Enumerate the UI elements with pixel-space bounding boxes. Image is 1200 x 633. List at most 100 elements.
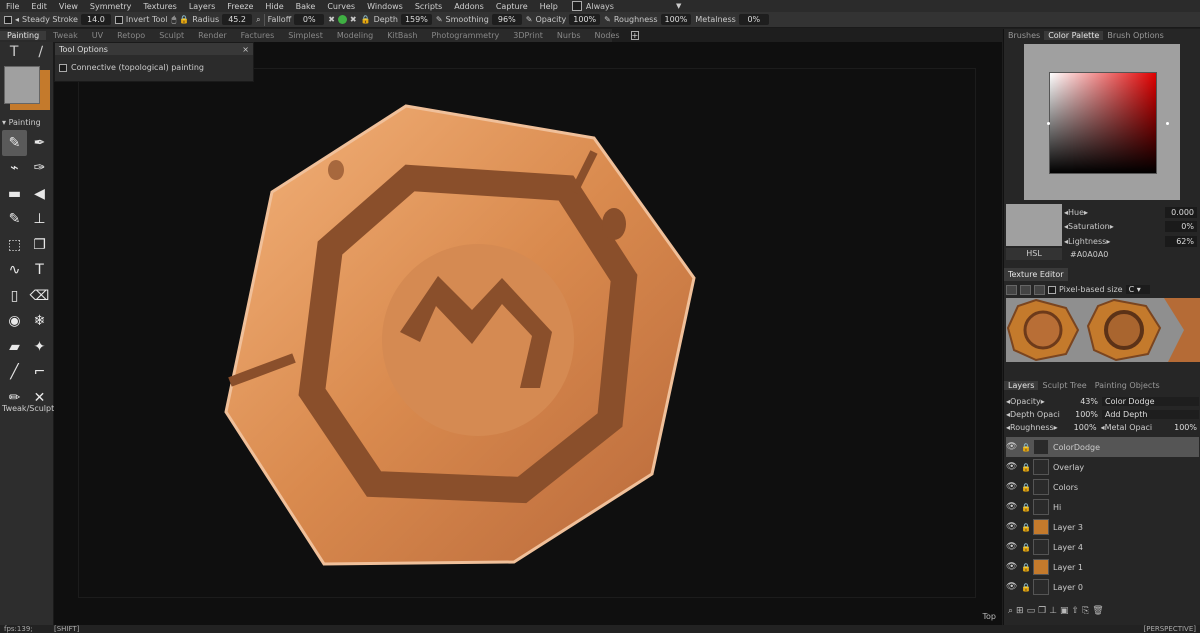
- tab-nurbs[interactable]: Nurbs: [550, 31, 588, 40]
- color-picker[interactable]: [1024, 44, 1180, 200]
- menu-capture[interactable]: Capture: [490, 2, 534, 11]
- copy-tool-icon[interactable]: ❐: [27, 232, 52, 258]
- bucket-tool-icon[interactable]: ▰: [2, 334, 27, 360]
- add-room-button[interactable]: +: [630, 31, 640, 40]
- add-layer-icon[interactable]: ⊞: [1016, 606, 1024, 616]
- save-texture-icon[interactable]: [1006, 284, 1017, 295]
- menu-textures[interactable]: Textures: [137, 2, 182, 11]
- close-icon[interactable]: ×: [242, 45, 249, 54]
- always-checkbox[interactable]: [571, 1, 582, 11]
- projection-mode[interactable]: [PERSPECTIVE]: [1144, 625, 1197, 633]
- eye-icon[interactable]: 👁: [1006, 502, 1017, 512]
- saturation-value-area[interactable]: [1049, 72, 1157, 174]
- steady-stroke-value[interactable]: 14.0: [80, 14, 111, 25]
- tab-sculpt[interactable]: Sculpt: [152, 31, 191, 40]
- 3d-viewport[interactable]: Top: [54, 42, 1002, 625]
- menu-addons[interactable]: Addons: [448, 2, 490, 11]
- lock-icon[interactable]: 🔒: [1021, 483, 1031, 492]
- texture-editor-tab[interactable]: Texture Editor: [1004, 268, 1068, 281]
- layer-item[interactable]: 👁 🔒 ColorDodge: [1006, 437, 1199, 457]
- opacity-control[interactable]: ✎ Opacity 100%: [526, 14, 601, 25]
- camera-icon[interactable]: [1020, 284, 1031, 295]
- steady-stroke-control[interactable]: ◂ Steady Stroke 14.0: [4, 14, 111, 25]
- gradient-tool-icon[interactable]: ◀: [27, 181, 52, 207]
- tab-kitbash[interactable]: KitBash: [380, 31, 424, 40]
- merge-icon[interactable]: ⊥: [1049, 606, 1057, 616]
- tab-sculpt-tree[interactable]: Sculpt Tree: [1038, 381, 1090, 390]
- metalness-control[interactable]: Metalness 0%: [695, 14, 769, 25]
- tab-brushes[interactable]: Brushes: [1004, 31, 1044, 40]
- lock-icon[interactable]: 🔒: [1021, 543, 1031, 552]
- eye-icon[interactable]: 👁: [1006, 562, 1017, 572]
- eye-icon[interactable]: 👁: [1006, 582, 1017, 592]
- eye-icon[interactable]: 👁: [1006, 462, 1017, 472]
- brush-tool-icon[interactable]: ✎: [2, 130, 27, 156]
- spray-tool-icon[interactable]: ⌐: [27, 360, 52, 386]
- lightness-value[interactable]: 62%: [1165, 235, 1197, 247]
- falloff-control[interactable]: ⌕ Falloff 0%: [256, 13, 325, 26]
- menu-hide[interactable]: Hide: [259, 2, 289, 11]
- tab-simplest[interactable]: Simplest: [281, 31, 330, 40]
- menu-layers[interactable]: Layers: [183, 2, 221, 11]
- layer-item[interactable]: 👁 🔒 Layer 0: [1006, 577, 1199, 597]
- tab-painting-objects[interactable]: Painting Objects: [1091, 381, 1164, 390]
- tab-painting[interactable]: Painting: [0, 31, 47, 40]
- smoothing-value[interactable]: 96%: [491, 14, 522, 25]
- layer-item[interactable]: 👁 🔒 Overlay: [1006, 457, 1199, 477]
- fill-layer-icon[interactable]: ▬: [2, 181, 27, 207]
- page-tool-icon[interactable]: ▯: [2, 283, 27, 309]
- layer-opacity-value[interactable]: 43%: [1068, 397, 1100, 406]
- delete-icon[interactable]: 🗑: [1092, 606, 1103, 616]
- texture-preview[interactable]: [1006, 298, 1200, 362]
- tab-nodes[interactable]: Nodes: [588, 31, 627, 40]
- depth-opacity-row[interactable]: ◂Depth Opaci 100% Add Depth: [1006, 408, 1199, 421]
- copy-icon[interactable]: ⎘: [1082, 606, 1089, 616]
- metalness-value[interactable]: 0%: [738, 14, 769, 25]
- eye-icon[interactable]: 👁: [1006, 482, 1017, 492]
- radius-value[interactable]: 45.2: [222, 14, 253, 25]
- eraser-tool-icon[interactable]: ⌫: [27, 283, 52, 309]
- smoothing-control[interactable]: ✎ Smoothing 96%: [436, 14, 522, 25]
- lock-icon[interactable]: 🔒: [1021, 523, 1031, 532]
- tab-retopo[interactable]: Retopo: [110, 31, 152, 40]
- hsl-mode-button[interactable]: HSL: [1006, 248, 1062, 260]
- layer-opacity-row[interactable]: ◂Opacity▸ 43% Color Dodge: [1006, 395, 1199, 408]
- channel-dropdown[interactable]: C ▾: [1125, 285, 1150, 294]
- tab-modeling[interactable]: Modeling: [330, 31, 380, 40]
- menu-freeze[interactable]: Freeze: [221, 2, 259, 11]
- hue-value[interactable]: 0.000: [1165, 206, 1197, 218]
- hue-row[interactable]: ◂Hue▸ 0.000: [1064, 205, 1197, 220]
- pen-tool-icon[interactable]: ✒: [27, 130, 52, 156]
- depth-mode-dropdown[interactable]: Add Depth: [1102, 410, 1199, 419]
- magic-wand-icon[interactable]: ✦: [27, 334, 52, 360]
- close-icon[interactable]: ✖: [328, 15, 335, 24]
- tab-brush-options[interactable]: Brush Options: [1103, 31, 1168, 40]
- tab-3dprint[interactable]: 3DPrint: [506, 31, 550, 40]
- menu-view[interactable]: View: [53, 2, 84, 11]
- layer-item[interactable]: 👁 🔒 Hi: [1006, 497, 1199, 517]
- tab-layers[interactable]: Layers: [1004, 381, 1039, 390]
- search-icon[interactable]: ⌕: [1008, 606, 1013, 616]
- layer-item[interactable]: 👁 🔒 Colors: [1006, 477, 1199, 497]
- invert-tool-checkbox[interactable]: [114, 15, 123, 24]
- menu-windows[interactable]: Windows: [361, 2, 409, 11]
- curve-tool-icon[interactable]: ∿: [2, 258, 27, 284]
- eye-tool-icon[interactable]: ◉: [2, 309, 27, 335]
- lock-icon[interactable]: 🔒: [1021, 463, 1031, 472]
- brush-icon[interactable]: ∕: [38, 44, 43, 62]
- invert-tool-toggle[interactable]: Invert Tool: [114, 15, 168, 24]
- tab-photogrammetry[interactable]: Photogrammetry: [424, 31, 506, 40]
- hue-cursor[interactable]: [1166, 122, 1169, 125]
- layer-item[interactable]: 👁 🔒 Layer 4: [1006, 537, 1199, 557]
- mask-icon[interactable]: ▣: [1060, 606, 1069, 616]
- layer-item[interactable]: 👁 🔒 Layer 3: [1006, 517, 1199, 537]
- transform-tool-icon[interactable]: ⬚: [2, 232, 27, 258]
- grid-icon[interactable]: [1034, 284, 1045, 295]
- saturation-value[interactable]: 0%: [1165, 221, 1197, 233]
- menu-curves[interactable]: Curves: [321, 2, 361, 11]
- depth-opacity-value[interactable]: 100%: [1068, 410, 1100, 419]
- folder-icon[interactable]: ▭: [1027, 606, 1036, 616]
- eye-icon[interactable]: 👁: [1006, 522, 1017, 532]
- primary-color-swatch[interactable]: [4, 66, 40, 104]
- pixel-based-checkbox[interactable]: [1048, 285, 1056, 294]
